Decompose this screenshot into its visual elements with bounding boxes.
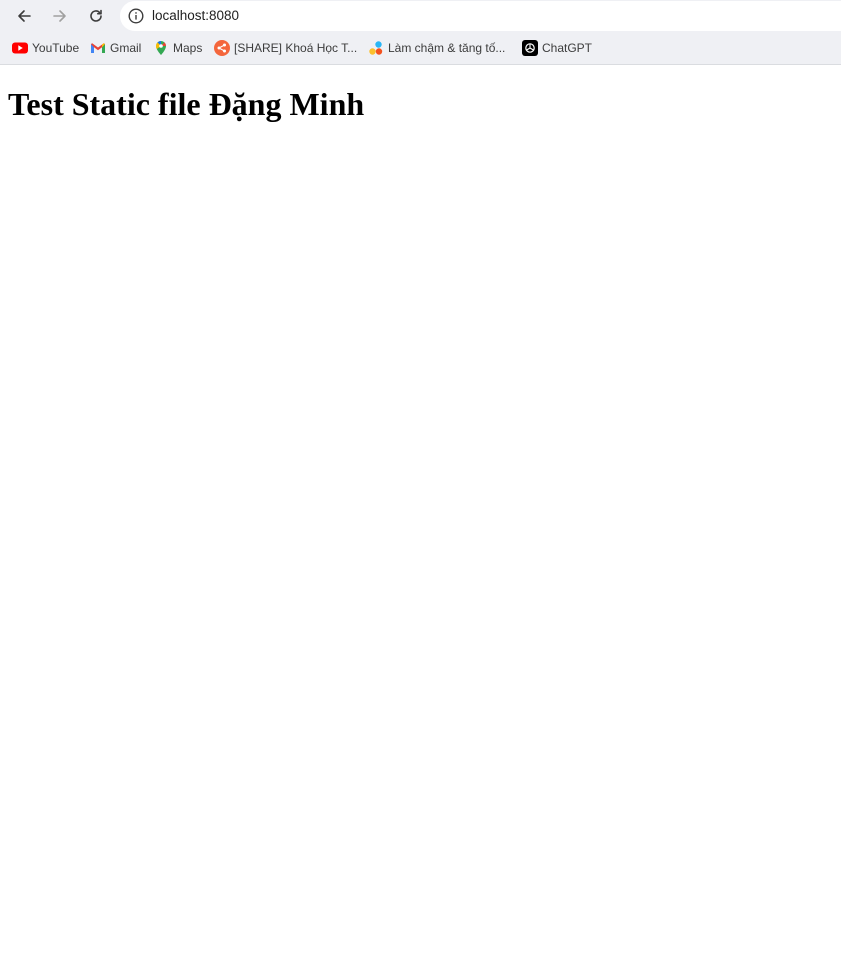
back-button[interactable] [10,2,38,30]
bookmark-label: YouTube [32,41,80,55]
bookmark-label: Làm chậm & tăng tố... [388,41,506,55]
browser-chrome: localhost:8080 YouTube Gmail Maps [SHARE… [0,0,841,65]
url-text[interactable]: localhost:8080 [152,8,239,24]
gmail-icon [90,40,106,56]
page-content: Test Static file Đặng Minh [0,65,841,963]
maps-icon [153,40,169,56]
share-icon [214,40,230,56]
youtube-icon [12,40,28,56]
chatgpt-icon [522,40,538,56]
arrow-left-icon [18,10,31,22]
bookmark-label: Gmail [110,41,142,55]
page-title: Test Static file Đặng Minh [8,86,365,122]
browser-toolbar: localhost:8080 [0,0,841,32]
app-dots-icon [368,40,384,56]
bookmark-lam-cham[interactable]: Làm chậm & tăng tố... [368,39,505,57]
bookmarks-bar: YouTube Gmail Maps [SHARE] Khoá Học T...… [0,36,841,60]
info-icon[interactable] [128,8,144,24]
reload-button[interactable] [82,2,110,30]
arrow-right-icon [53,10,66,22]
bookmark-label: [SHARE] Khoá Học T... [234,41,358,55]
bookmark-label: ChatGPT [542,41,593,55]
bookmark-gmail[interactable]: Gmail [90,39,141,57]
bookmark-maps[interactable]: Maps [153,39,202,57]
forward-button[interactable] [46,2,74,30]
bookmark-share-course[interactable]: [SHARE] Khoá Học T... [214,39,357,57]
bookmark-label: Maps [173,41,203,55]
reload-icon [90,9,102,22]
address-bar[interactable]: localhost:8080 [120,1,841,31]
bookmark-chatgpt[interactable]: ChatGPT [522,39,592,57]
bookmark-youtube[interactable]: YouTube [12,39,79,57]
